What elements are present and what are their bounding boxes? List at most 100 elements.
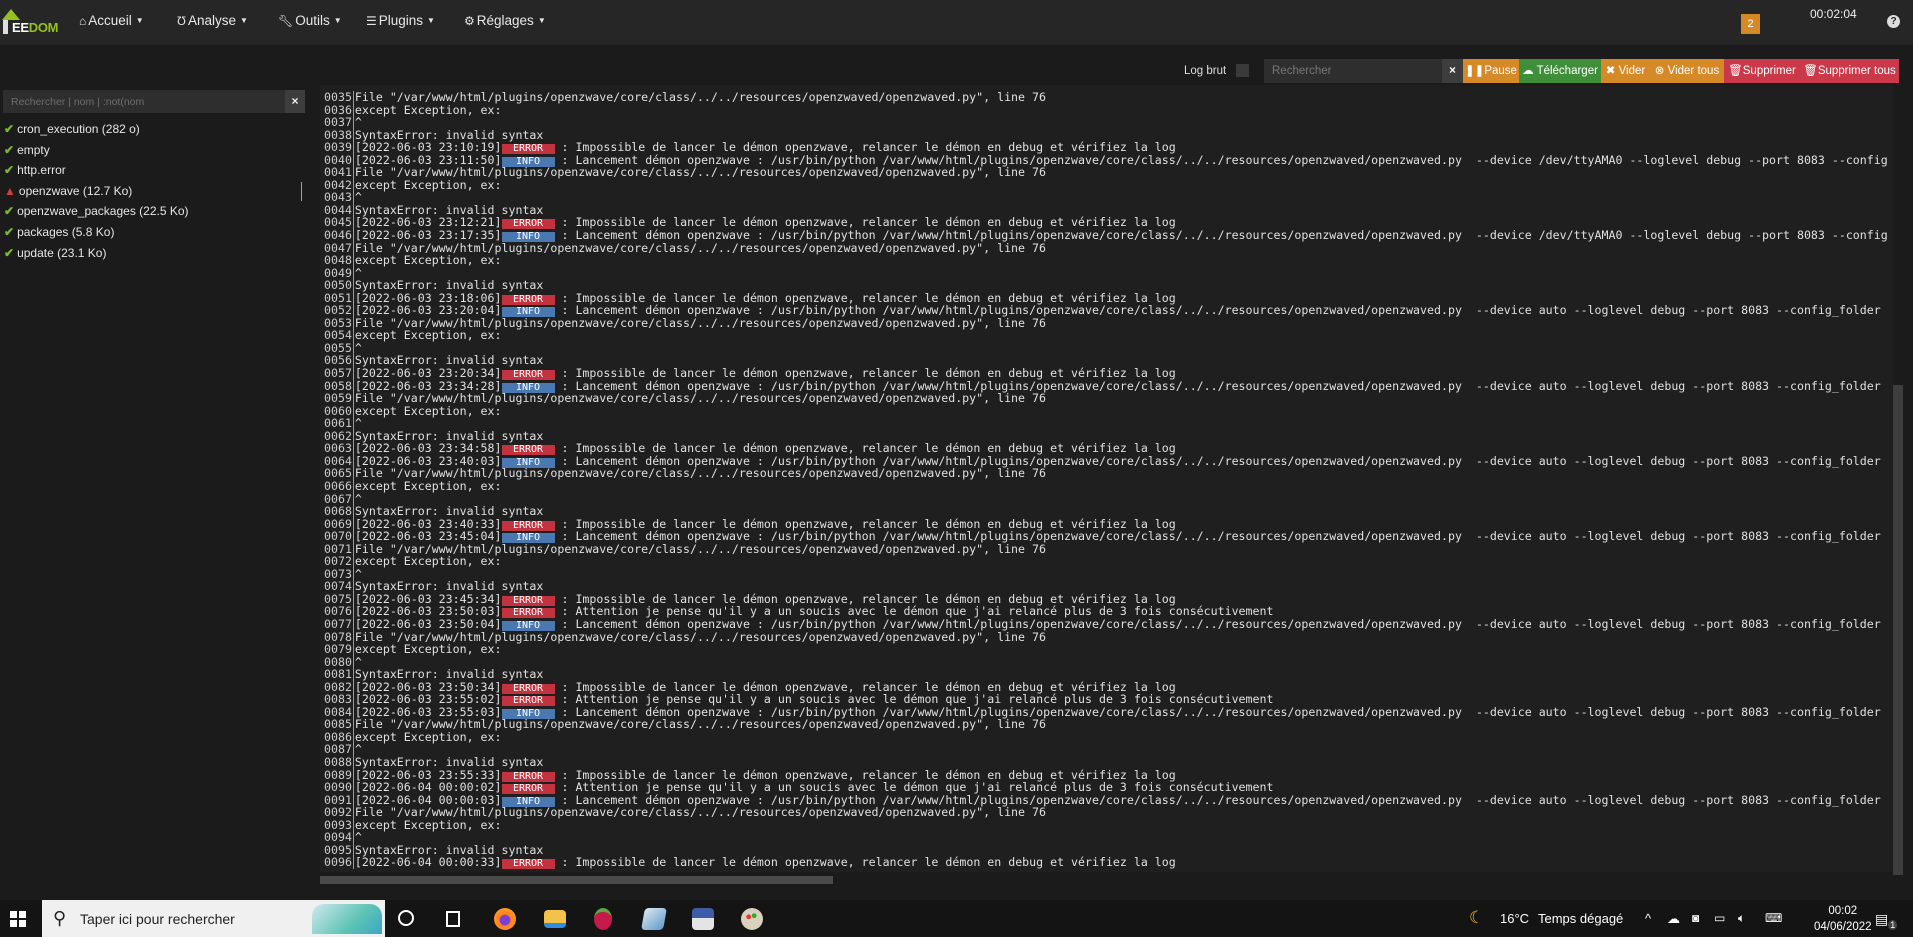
log-file-search-input[interactable] — [3, 90, 287, 113]
log-line: 0080 ^ — [324, 655, 1888, 669]
line-number: 0035 — [324, 90, 354, 104]
line-number: 0066 — [324, 478, 354, 493]
firefox-icon[interactable] — [494, 908, 516, 930]
log-file-label: openzwave (12.7 Ko) — [18, 183, 133, 198]
log-line: 0035 File "/var/www/html/plugins/openzwav… — [324, 91, 1888, 104]
log-level-badge: ERROR — [501, 608, 555, 619]
log-brut-checkbox[interactable] — [1236, 64, 1249, 77]
file-explorer-icon[interactable] — [544, 910, 566, 928]
log-timestamp: [2022-06-04 00:00:33] — [354, 855, 502, 870]
line-number: 0046 — [324, 228, 354, 243]
log-message: except Exception, ex: — [354, 253, 502, 268]
line-number: 0063 — [324, 441, 354, 456]
onedrive-cloud-icon[interactable]: ☁ — [1667, 911, 1680, 927]
clear-file-search-button[interactable]: × — [285, 90, 305, 113]
taskbar-search[interactable]: ⚲ Taper ici pour rechercher — [42, 900, 385, 937]
log-line: 0096 [2022-06-04 00:00:33] ERROR : Impossi… — [324, 855, 1888, 870]
delete-label: Supprimer — [1742, 65, 1796, 77]
raspberry-icon[interactable] — [594, 908, 612, 930]
line-number: 0070 — [324, 529, 354, 544]
log-level-badge: ERROR — [501, 219, 555, 230]
log-level-badge: ERROR — [501, 370, 555, 381]
empty-button[interactable]: ✖ Vider — [1601, 59, 1650, 83]
check-icon: ✔ — [4, 204, 15, 219]
nav-accueil[interactable]: ⌂ Accueil ▼ — [79, 13, 144, 28]
log-file-item[interactable]: ✔ openzwave_packages (22.5 Ko) — [0, 201, 305, 222]
weather-moon-icon[interactable]: ☾ — [1469, 908, 1484, 928]
caret-down-icon: ▼ — [135, 16, 144, 25]
camera-icon[interactable]: ◙ — [1692, 911, 1699, 925]
log-search-input[interactable] — [1264, 59, 1442, 83]
volume-icon[interactable]: 🔈︎ — [1738, 911, 1745, 926]
clear-search-button[interactable]: × — [1442, 59, 1463, 83]
log-line: 0047 File "/var/www/html/plugins/openzwav… — [324, 241, 1888, 255]
delete-all-button[interactable]: 🗑︎Supprimer tous — [1800, 59, 1899, 83]
trash-icon: 🗑︎ — [1803, 65, 1818, 77]
vertical-scrollbar-thumb[interactable] — [1893, 385, 1903, 875]
remote-desktop-icon[interactable] — [692, 908, 714, 930]
log-line: 0092 File "/var/www/html/plugins/openzwav… — [324, 806, 1888, 819]
weather-temperature[interactable]: 16°C — [1500, 911, 1529, 926]
clock-time: 00:02 — [1828, 905, 1858, 917]
log-line: 0085 File "/var/www/html/plugins/openzwav… — [324, 718, 1888, 731]
log-message: except Exception, ex: — [354, 729, 502, 744]
log-line: 0066 except Exception, ex: — [324, 480, 1888, 493]
line-number: 0041 — [324, 165, 354, 180]
windows-start-icon[interactable] — [10, 911, 26, 927]
nav-reglages[interactable]: ⚙ Réglages ▼ — [464, 13, 546, 28]
log-message: : Impossible de lancer le démon openzwav… — [554, 855, 1176, 870]
empty-all-label: Vider tous — [1667, 65, 1720, 77]
log-file-item[interactable]: ▲ openzwave (12.7 Ko) — [0, 181, 305, 202]
log-line: 0043 ^ — [324, 191, 1888, 204]
paint-icon[interactable] — [741, 908, 763, 930]
network-icon[interactable]: ▭ — [1714, 911, 1725, 925]
line-number: 0085 — [324, 717, 354, 732]
caret-down-icon: ▼ — [537, 16, 546, 25]
log-file-item[interactable]: ✔ http.error — [0, 160, 305, 181]
delete-button[interactable]: 🗑︎Supprimer — [1724, 59, 1800, 83]
task-view-icon[interactable] — [446, 911, 460, 927]
line-number: 0061 — [324, 416, 354, 431]
action-center-icon[interactable]: ▤ 1 — [1875, 911, 1898, 930]
wrench-icon: 🔧︎ — [278, 14, 294, 28]
log-line: 0087 ^ — [324, 743, 1888, 756]
log-level-badge: ERROR — [501, 859, 555, 870]
keyboard-icon[interactable]: ⌨ — [1765, 911, 1782, 925]
log-level-badge: ERROR — [501, 144, 555, 155]
log-line: 0060 except Exception, ex: — [324, 403, 1888, 418]
pause-button[interactable]: ❚❚Pause — [1463, 59, 1519, 83]
download-button[interactable]: ☁ Télécharger — [1519, 59, 1601, 83]
help-icon[interactable]: ? — [1887, 15, 1900, 28]
nav-outils[interactable]: 🔧︎ Outils ▼ — [278, 13, 342, 28]
line-number: 0052 — [324, 303, 354, 318]
notepad-icon[interactable] — [641, 908, 667, 930]
empty-all-button[interactable]: ⊗ Vider tous — [1650, 59, 1724, 83]
log-line: 0036 except Exception, ex: — [324, 103, 1888, 117]
nav-analyse[interactable]: Ʊ Analyse ▼ — [177, 13, 248, 28]
horizontal-scrollbar-thumb[interactable] — [320, 876, 833, 884]
log-line: 0065 File "/var/www/html/plugins/openzwav… — [324, 467, 1888, 480]
line-number: 0048 — [324, 253, 354, 268]
log-line: 0053 File "/var/www/html/plugins/openzwav… — [324, 317, 1888, 330]
notification-badge[interactable]: 2 — [1741, 14, 1760, 34]
weather-condition[interactable]: Temps dégagé — [1538, 911, 1623, 926]
system-clock[interactable]: 00:02 04/06/2022 — [1814, 903, 1872, 935]
log-file-item[interactable]: ✔ empty — [0, 140, 305, 161]
log-line: 0079 except Exception, ex: — [324, 643, 1888, 656]
log-level-badge: ERROR — [501, 445, 555, 456]
log-message: except Exception, ex: — [354, 403, 502, 418]
jeedom-logo[interactable]: EEDOM — [0, 6, 60, 40]
log-file-item[interactable]: ✔ cron_execution (282 o) — [0, 119, 305, 140]
log-viewer: 0035 File "/var/www/html/plugins/openzwav… — [320, 85, 1893, 872]
log-file-list: ✔ cron_execution (282 o) ✔ empty ✔ http.error… — [0, 119, 305, 263]
windows-taskbar: ⚲ Taper ici pour rechercher ☾ 16°C Temps… — [0, 900, 1913, 937]
log-file-item[interactable]: ✔ packages (5.8 Ko) — [0, 222, 305, 243]
top-navbar: EEDOM ⌂ Accueil ▼ Ʊ Analyse ▼ 🔧︎ Outils ▼ ☰ Plu… — [0, 0, 1913, 45]
log-message: except Exception, ex: — [354, 817, 502, 832]
taskbar-search-placeholder: Taper ici pour rechercher — [80, 911, 235, 927]
cortana-icon[interactable] — [398, 910, 414, 926]
nav-plugins[interactable]: ☰ Plugins ▼ — [366, 13, 435, 28]
show-hidden-icons-chevron-icon[interactable]: ^ — [1645, 911, 1651, 926]
log-file-item[interactable]: ✔ update (23.1 Ko) — [0, 243, 305, 264]
line-number: 0059 — [324, 391, 354, 406]
